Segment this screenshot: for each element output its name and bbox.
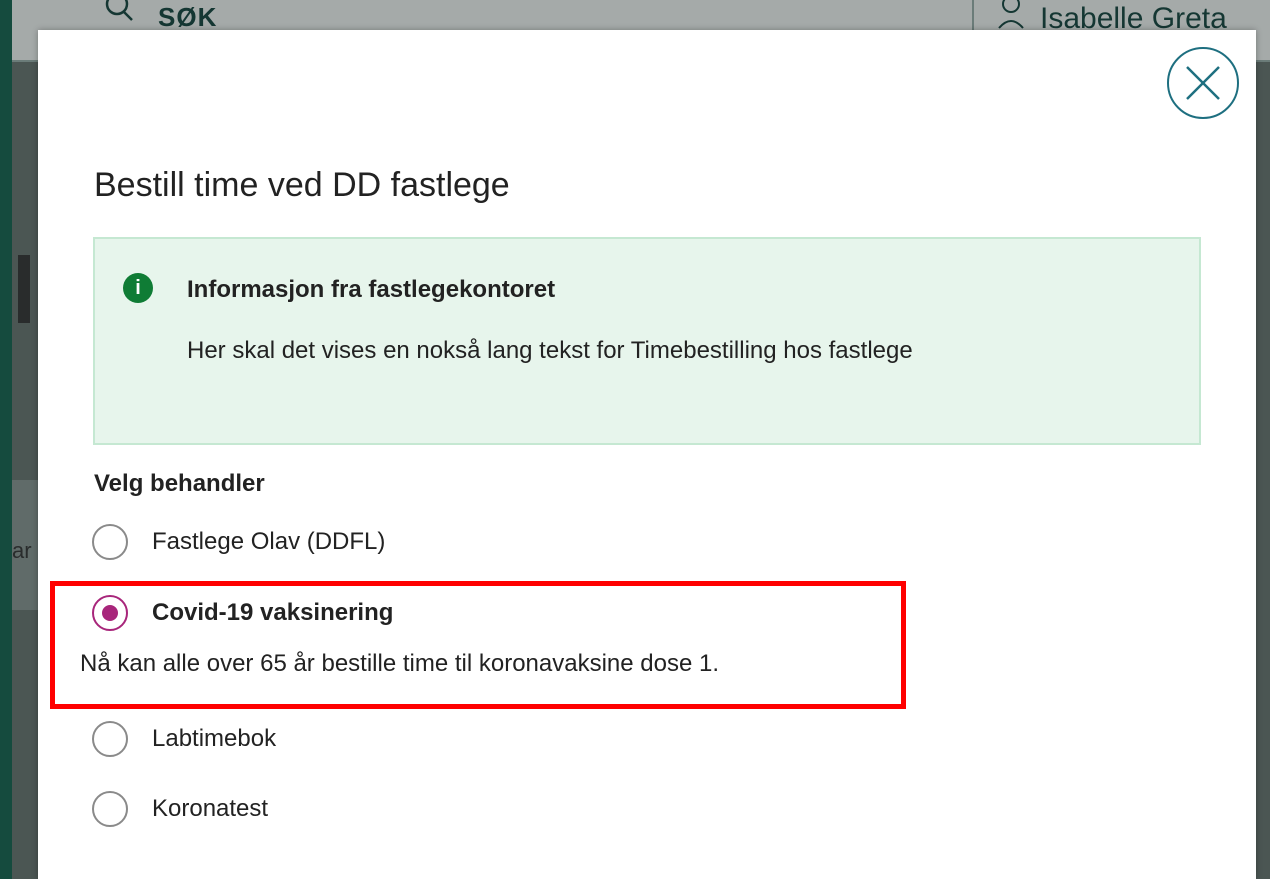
option-label: Fastlege Olav (DDFL) [152,528,386,555]
radio-button[interactable] [92,791,128,827]
option-label: Covid-19 vaksinering [152,599,394,626]
option-description: Nå kan alle over 65 år bestille time til… [80,650,719,677]
close-icon [1186,66,1220,100]
option-koronatest[interactable]: Koronatest [92,791,268,827]
option-labtimebok[interactable]: Labtimebok [92,721,276,757]
modal-title: Bestill time ved DD fastlege [94,166,510,204]
info-text: Her skal det vises en nokså lang tekst f… [187,337,913,364]
close-button[interactable] [1167,47,1239,119]
radio-button-selected[interactable] [92,595,128,631]
option-covid-19-vaksinering[interactable]: Covid-19 vaksinering [92,595,393,631]
option-label: Koronatest [152,795,269,822]
radio-button[interactable] [92,721,128,757]
info-title: Informasjon fra fastlegekontoret [187,276,556,303]
info-box: i Informasjon fra fastlegekontoret Her s… [93,237,1201,445]
option-label: Labtimebok [152,725,277,752]
option-fastlege-olav[interactable]: Fastlege Olav (DDFL) [92,524,385,560]
info-icon: i [123,273,153,303]
section-label: Velg behandler [94,470,265,497]
radio-button[interactable] [92,524,128,560]
radio-selected-dot [102,605,118,621]
booking-modal: Bestill time ved DD fastlege i Informasj… [38,30,1256,879]
